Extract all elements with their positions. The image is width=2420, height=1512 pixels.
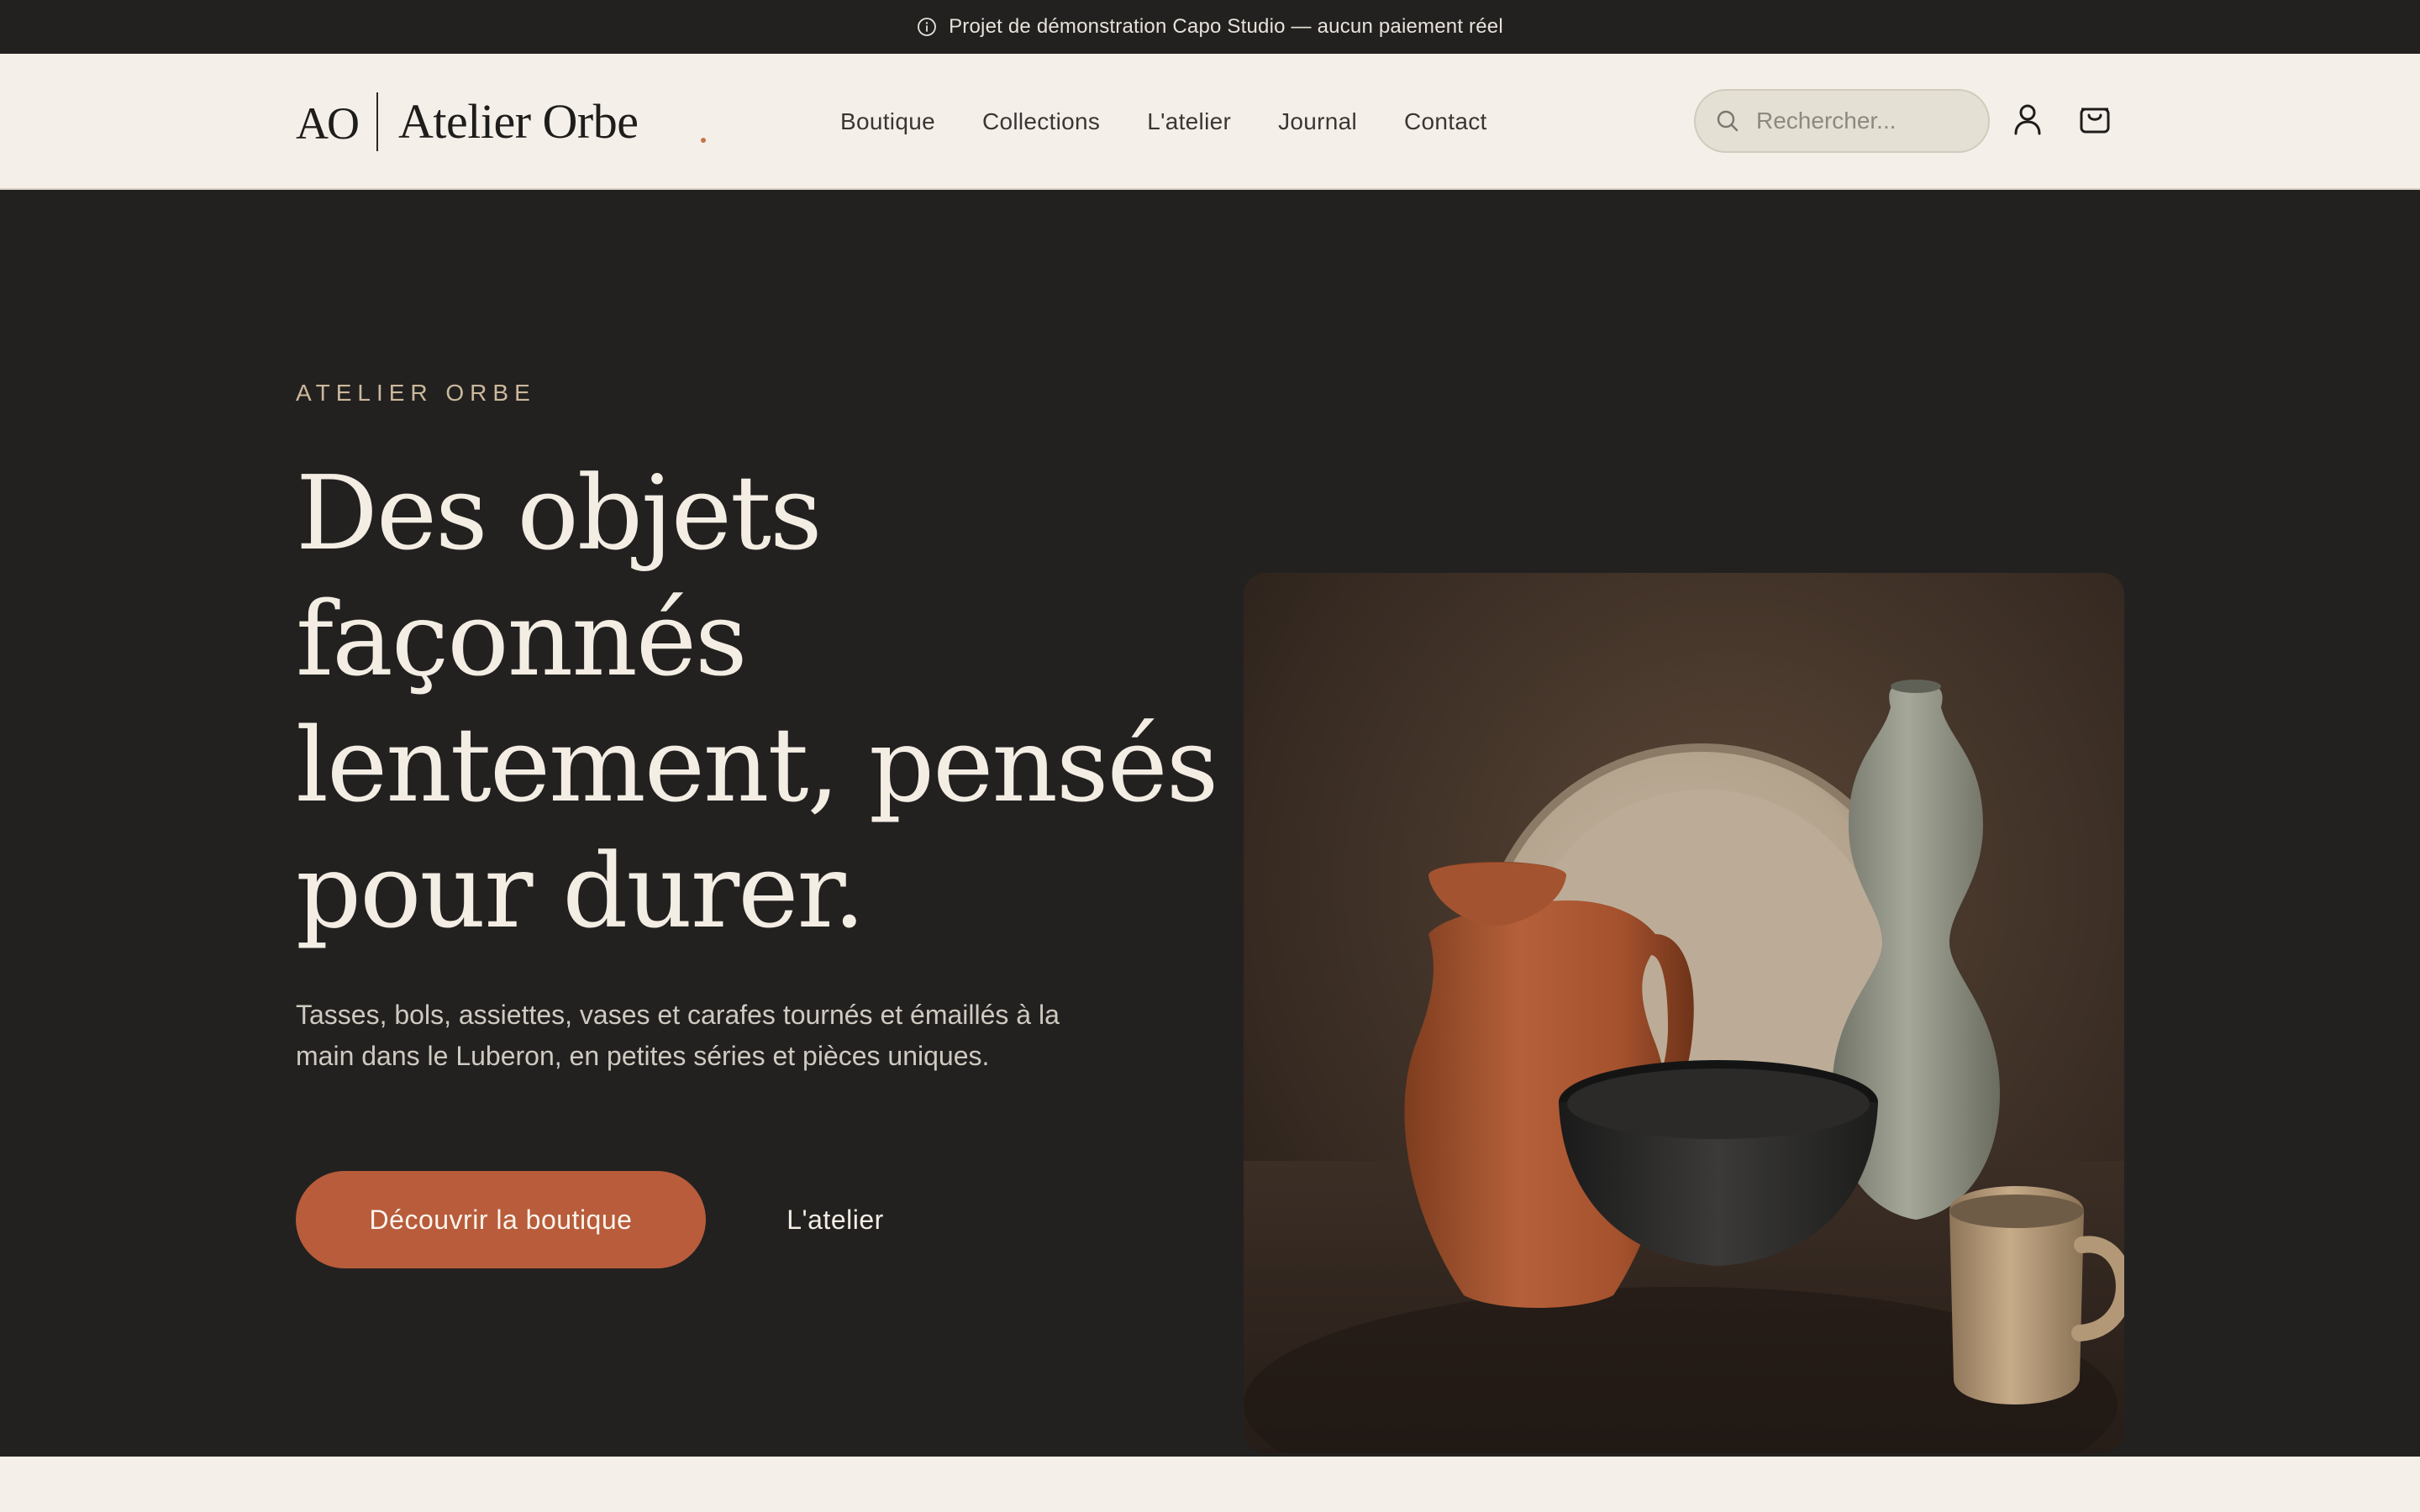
user-icon xyxy=(2012,102,2043,140)
discover-shop-button[interactable]: Découvrir la boutique xyxy=(296,1171,706,1268)
nav-item-boutique[interactable]: Boutique xyxy=(840,108,935,135)
hero-eyebrow: ATELIER ORBE xyxy=(296,380,536,406)
search-input[interactable] xyxy=(1754,107,1973,135)
hero-headline: Des objets façonnés lentement, pensés po… xyxy=(296,450,1220,954)
site-header: AO Atelier Orbe Boutique Collections L'a… xyxy=(0,54,2420,190)
demo-banner: Projet de démonstration Capo Studio — au… xyxy=(0,0,2420,54)
banner-text: Projet de démonstration Capo Studio — au… xyxy=(949,15,1503,38)
hero-lead: Tasses, bols, assiettes, vases et carafe… xyxy=(296,1000,1060,1071)
search-box[interactable] xyxy=(1694,89,1990,153)
nav-item-atelier[interactable]: L'atelier xyxy=(1147,108,1231,135)
shopping-bag-icon xyxy=(2077,101,2112,140)
atelier-link[interactable]: L'atelier xyxy=(756,1171,914,1268)
logo-name: Atelier Orbe xyxy=(398,94,639,149)
logo[interactable]: AO Atelier Orbe xyxy=(296,91,639,153)
headline-line: pour durer. xyxy=(296,832,865,951)
hero-ceramics-image xyxy=(1244,573,2124,1453)
headline-line: lentement, pensés xyxy=(296,706,1218,825)
nav-item-journal[interactable]: Journal xyxy=(1278,108,1357,135)
nav-item-collections[interactable]: Collections xyxy=(982,108,1100,135)
cart-button[interactable] xyxy=(2075,101,2114,139)
nav-item-contact[interactable]: Contact xyxy=(1404,108,1487,135)
logo-mark: AO xyxy=(296,92,378,151)
logo-accent-dot xyxy=(701,138,706,143)
headline-line: Des objets xyxy=(296,454,823,573)
account-button[interactable] xyxy=(2010,102,2045,139)
info-icon xyxy=(917,17,937,37)
next-section xyxy=(0,1457,2420,1512)
search-icon xyxy=(1714,108,1741,134)
main-nav: Boutique Collections L'atelier Journal C… xyxy=(840,54,1534,190)
headline-line: façonnés xyxy=(296,580,748,699)
hero-section: ATELIER ORBE Des objets façonnés lenteme… xyxy=(0,190,2420,1457)
